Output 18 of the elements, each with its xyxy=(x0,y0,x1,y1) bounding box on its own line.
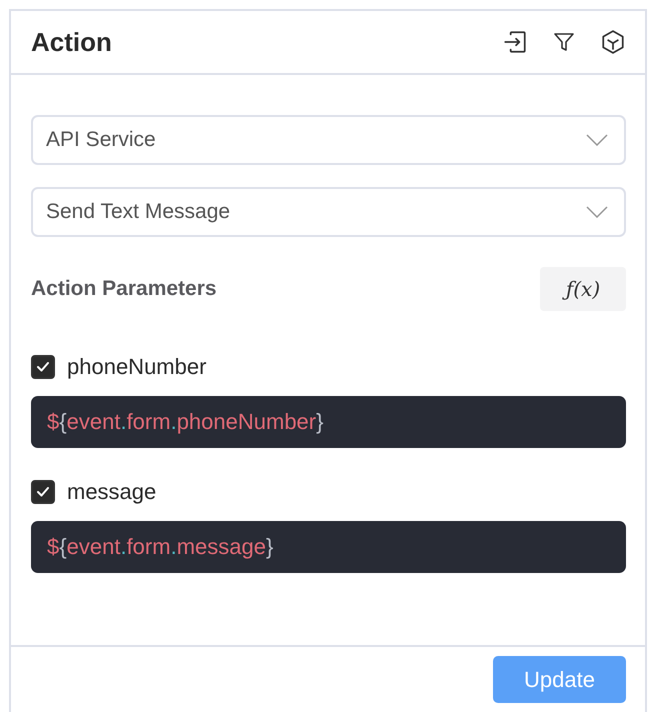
parameter-label: phoneNumber xyxy=(67,354,206,380)
panel-title: Action xyxy=(31,26,112,58)
select-dropdown[interactable]: API Service xyxy=(31,115,626,165)
checkmark-icon xyxy=(36,486,50,498)
cube-icon[interactable] xyxy=(600,29,626,55)
function-button[interactable]: ƒ(x) xyxy=(540,267,626,311)
checkbox[interactable] xyxy=(31,480,55,504)
code-field[interactable]: ${event.form.phoneNumber} xyxy=(31,396,626,448)
section-heading: Action Parameters xyxy=(31,277,217,301)
chevron-down-icon xyxy=(586,206,608,218)
checkbox[interactable] xyxy=(31,355,55,379)
filter-icon[interactable] xyxy=(552,30,576,54)
chevron-down-icon xyxy=(586,134,608,146)
select-dropdown[interactable]: Send Text Message xyxy=(31,187,626,237)
code-field[interactable]: ${event.form.message} xyxy=(31,521,626,573)
checkmark-icon xyxy=(36,361,50,373)
import-icon[interactable] xyxy=(502,29,528,55)
parameter-label: message xyxy=(67,479,156,505)
